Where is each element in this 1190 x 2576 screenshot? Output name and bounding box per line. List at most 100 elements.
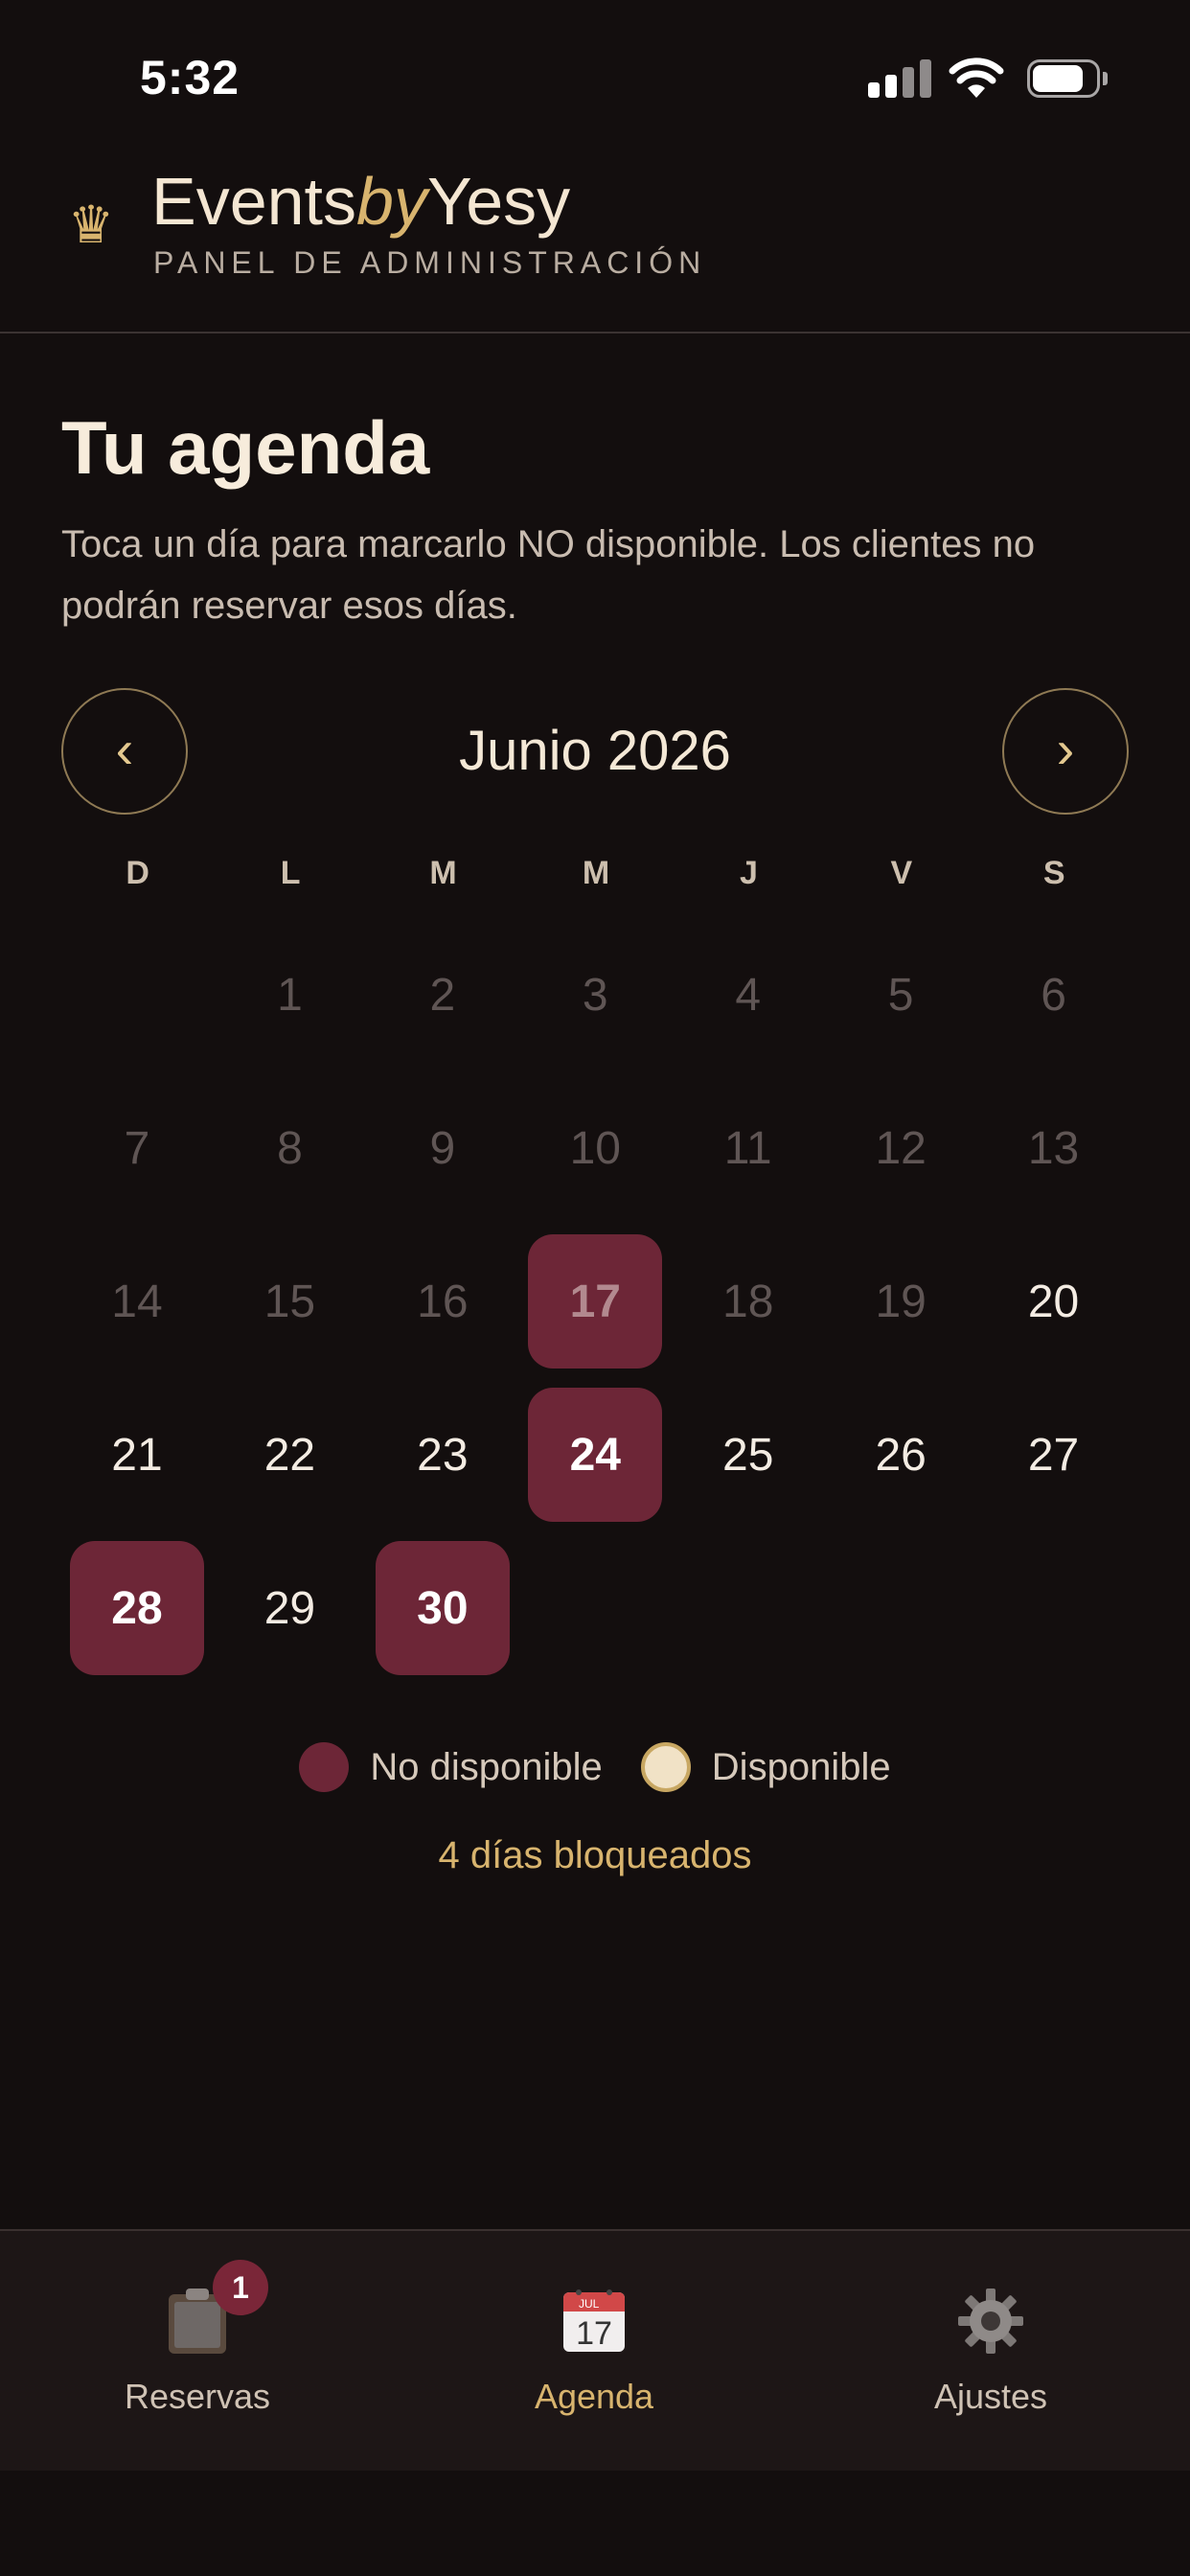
calendar-day-30[interactable]: 30 [367, 1533, 519, 1687]
agenda-instructions: Toca un día para marcarlo NO disponible.… [61, 523, 1036, 627]
crown-icon: ♛ [67, 196, 115, 254]
tab-reservas[interactable]: 1 Reservas [54, 2260, 341, 2442]
gear-icon [958, 2288, 1023, 2354]
weekday-label: J [739, 855, 758, 891]
admin-agenda-screen: 5:32 ♛ EventsbyYesy PANEL DE ADMINISTRAC… [0, 0, 1190, 2576]
next-month-button[interactable]: › [1002, 688, 1129, 815]
calendar-day-10: 10 [519, 1073, 672, 1227]
admin-panel-subtitle: PANEL DE ADMINISTRACIÓN [153, 245, 707, 280]
cellular-signal-icon [868, 59, 931, 98]
calendar-day-23[interactable]: 23 [367, 1380, 519, 1533]
calendar-day-number: 30 [375, 1541, 510, 1675]
calendar-day-1: 1 [214, 920, 366, 1073]
wifi-icon [949, 58, 1004, 98]
legend-available: Disponible [640, 1742, 891, 1792]
home-indicator-area [0, 2471, 1190, 2576]
brand-logo-text: EventsbyYesy [151, 163, 570, 240]
calendar-day-number: 5 [887, 969, 914, 1021]
calendar-day-9: 9 [367, 1073, 519, 1227]
calendar-grid: 1 2 3 4 5 6 7 8 9 10 11 12 13 14 15 16 17 18 19 20 21 22 23 24 2… [61, 920, 1131, 1687]
weekday-label: M [582, 855, 610, 891]
calendar-day-14: 14 [61, 1227, 214, 1380]
calendar-day-2: 2 [367, 920, 519, 1073]
reservas-badge: 1 [213, 2260, 268, 2315]
calendar-day-number: 25 [722, 1429, 774, 1481]
calendar-day-26[interactable]: 26 [825, 1380, 977, 1533]
calendar-day-number: 28 [70, 1541, 204, 1675]
calendar-day-22[interactable]: 22 [214, 1380, 366, 1533]
blocked-days-count: 4 días bloqueados [438, 1834, 752, 1876]
calendar-day-number: 1 [277, 969, 303, 1021]
calendar-day-number: 19 [875, 1276, 927, 1327]
weekday-label: V [890, 855, 913, 891]
battery-icon [1027, 59, 1108, 98]
calendar-day-number: 6 [1041, 969, 1066, 1021]
brand-part-yesy: Yesy [426, 164, 571, 239]
calendar-day-number: 17 [528, 1234, 663, 1368]
calendar-day-3: 3 [519, 920, 672, 1073]
tab-agenda-label: Agenda [534, 2377, 654, 2416]
calendar-day-number: 3 [582, 969, 608, 1021]
calendar-day-number: 4 [735, 969, 762, 1021]
calendar-day-number: 14 [111, 1276, 163, 1327]
calendar-day-5: 5 [825, 920, 977, 1073]
calendar-day-27[interactable]: 27 [978, 1380, 1131, 1533]
tab-agenda[interactable]: JUL 17 Agenda [450, 2260, 738, 2442]
calendar-day-20[interactable]: 20 [978, 1227, 1131, 1380]
calendar-day-29[interactable]: 29 [214, 1533, 366, 1687]
calendar-day-number: 23 [417, 1429, 469, 1481]
calendar-day-16: 16 [367, 1227, 519, 1380]
calendar-day-12: 12 [825, 1073, 977, 1227]
brand-part-by: by [356, 164, 427, 239]
weekday-label: L [280, 855, 301, 891]
calendar-day-24[interactable]: 24 [519, 1380, 672, 1533]
calendar-day-7: 7 [61, 1073, 214, 1227]
status-bar: 5:32 [0, 0, 1190, 153]
calendar-day-6: 6 [978, 920, 1131, 1073]
calendar-day-number: 7 [124, 1122, 150, 1174]
calendar-day-number: 21 [111, 1429, 163, 1481]
calendar-day-number: 18 [722, 1276, 774, 1327]
tab-reservas-label: Reservas [124, 2377, 271, 2416]
weekday-label: M [429, 855, 457, 891]
calendar-day-number: 9 [429, 1122, 456, 1174]
calendar-day-number: 24 [528, 1388, 663, 1522]
calendar-day-8: 8 [214, 1073, 366, 1227]
calendar-day-4: 4 [673, 920, 825, 1073]
legend-unavailable-label: No disponible [370, 1745, 603, 1788]
bottom-tab-bar: 1 Reservas JUL 17 Agenda Ajustes [0, 2229, 1190, 2471]
calendar-icon-day: 17 [576, 2315, 612, 2352]
calendar-day-number: 10 [569, 1122, 621, 1174]
tab-ajustes[interactable]: Ajustes [847, 2260, 1134, 2442]
weekday-label: S [1042, 855, 1065, 891]
calendar-day-number: 29 [263, 1582, 316, 1634]
legend-available-label: Disponible [711, 1745, 891, 1788]
calendar-day-21[interactable]: 21 [61, 1380, 214, 1533]
calendar-day-25[interactable]: 25 [673, 1380, 825, 1533]
calendar-icon: JUL 17 [563, 2289, 625, 2352]
calendar-day-number: 16 [417, 1276, 469, 1327]
calendar-day-number: 13 [1027, 1122, 1080, 1174]
calendar-icon-month: JUL [579, 2297, 600, 2311]
calendar-day-number: 26 [875, 1429, 927, 1481]
calendar-day-18: 18 [673, 1227, 825, 1380]
calendar-day-19: 19 [825, 1227, 977, 1380]
tab-ajustes-label: Ajustes [933, 2377, 1048, 2416]
legend-unavailable: No disponible [299, 1742, 603, 1792]
previous-month-button[interactable]: ‹ [61, 688, 188, 815]
page-title: Tu agenda [61, 405, 430, 490]
calendar-day-11: 11 [673, 1073, 825, 1227]
calendar-day-28[interactable]: 28 [61, 1533, 214, 1687]
app-header: ♛ EventsbyYesy PANEL DE ADMINISTRACIÓN [0, 153, 1190, 334]
available-swatch-icon [640, 1742, 691, 1792]
calendar-day-number: 27 [1027, 1429, 1080, 1481]
calendar-day-number: 20 [1027, 1276, 1080, 1327]
status-time: 5:32 [140, 51, 240, 104]
calendar-day-number: 2 [429, 969, 456, 1021]
calendar-day-17: 17 [519, 1227, 672, 1380]
calendar-empty-cell [61, 920, 214, 1073]
calendar-day-number: 12 [875, 1122, 927, 1174]
calendar-day-number: 22 [263, 1429, 316, 1481]
calendar-legend: No disponible Disponible [0, 1742, 1190, 1792]
calendar-day-number: 8 [277, 1122, 303, 1174]
